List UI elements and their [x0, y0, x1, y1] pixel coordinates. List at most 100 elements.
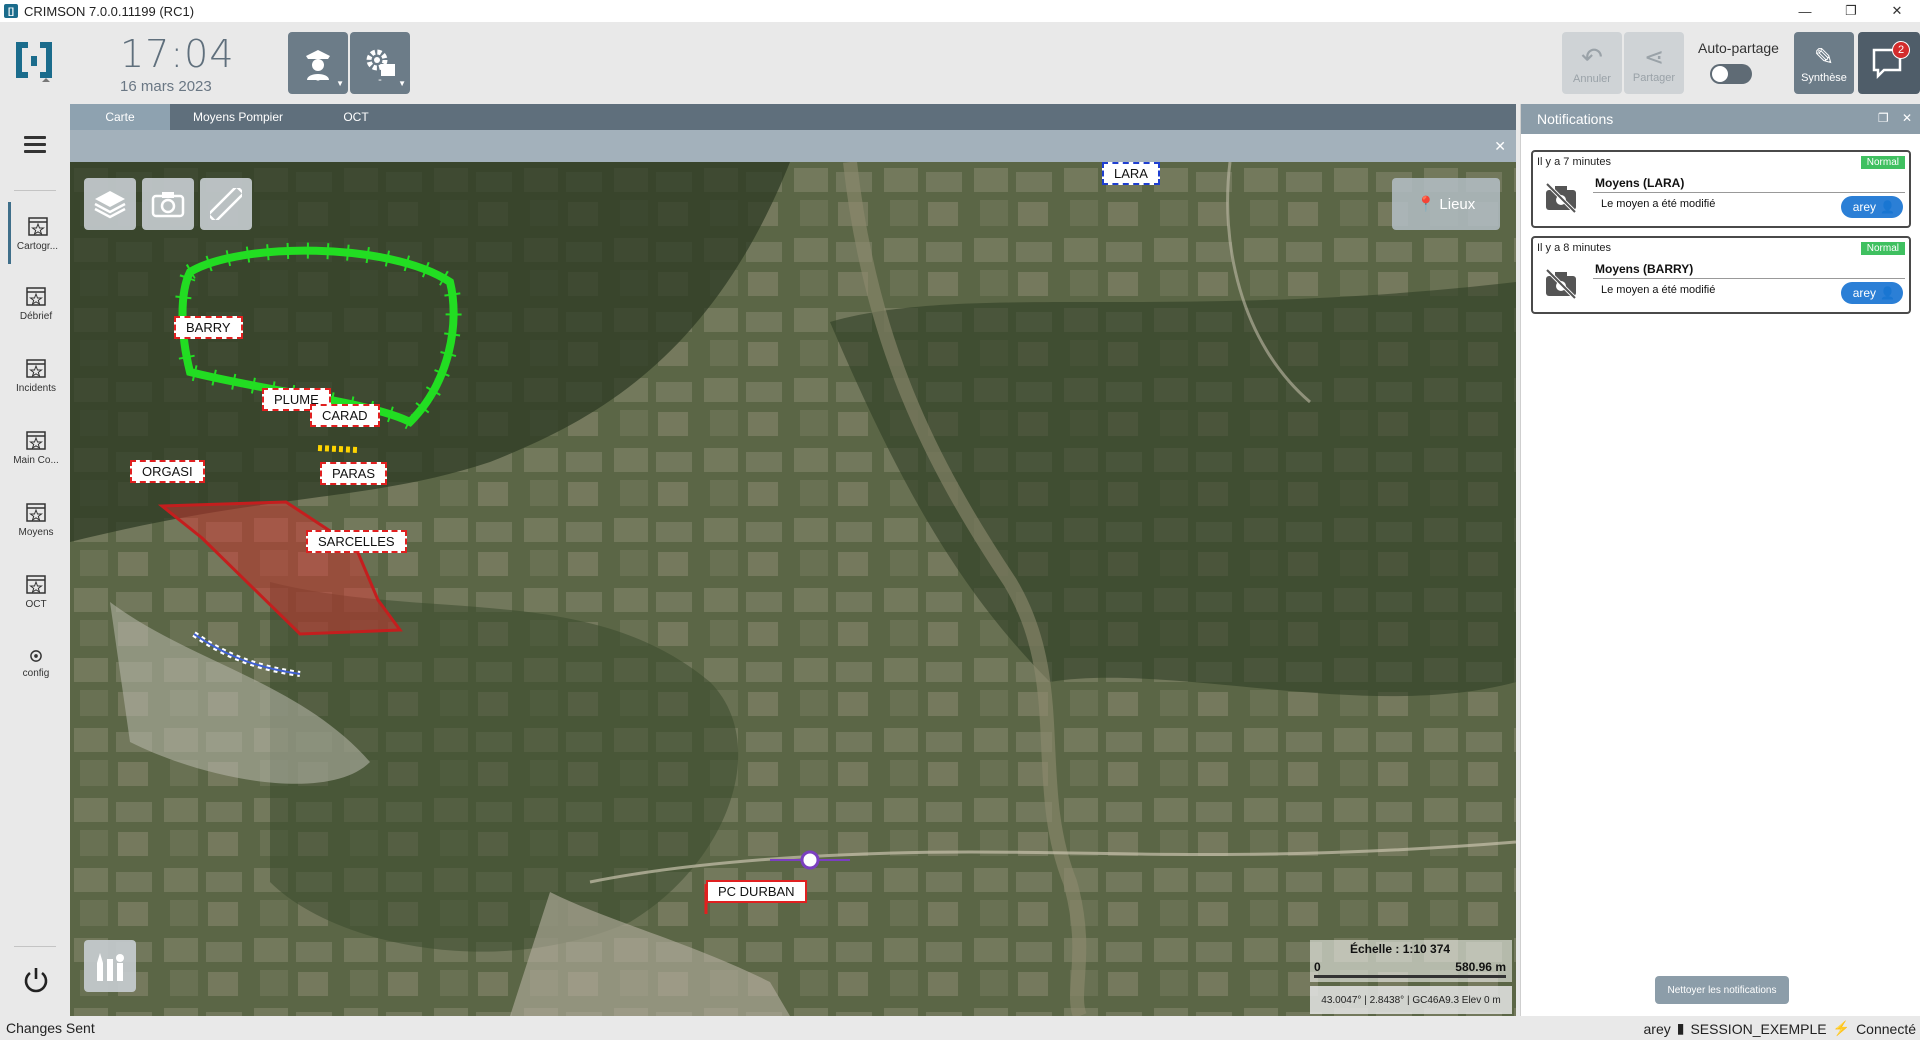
- sidebar-divider: [14, 946, 56, 947]
- star-board-icon: [26, 286, 46, 306]
- notification-message: Le moyen a été modifié: [1601, 284, 1716, 296]
- detach-icon[interactable]: ❐: [1878, 111, 1889, 125]
- places-label: Lieux: [1439, 195, 1476, 213]
- tab-oct[interactable]: OCT: [306, 104, 406, 130]
- minimize-button[interactable]: —: [1782, 0, 1828, 22]
- screenshot-button[interactable]: [142, 178, 194, 230]
- notification-time: Il y a 8 minutes: [1537, 242, 1611, 254]
- layers-button[interactable]: [84, 178, 136, 230]
- sidebar: Cartogr... Débrief Incidents Main Co... …: [0, 102, 70, 1016]
- close-window-button[interactable]: ✕: [1874, 0, 1920, 22]
- notification-time: Il y a 7 minutes: [1537, 156, 1611, 168]
- title-bar: [] CRIMSON 7.0.0.11199 (RC1) — ❐ ✕: [0, 0, 1920, 22]
- blue-front-line: [193, 633, 301, 675]
- connection-status: Connecté: [1856, 1020, 1916, 1037]
- unit-label-barry[interactable]: BARRY: [174, 316, 243, 339]
- notification-card[interactable]: Il y a 7 minutes Normal Moyens (LARA) Le…: [1531, 150, 1911, 228]
- star-board-icon: [26, 430, 46, 450]
- star-board-icon: [26, 502, 46, 522]
- app-logo-icon: []: [4, 4, 18, 18]
- tools-icon: [97, 953, 124, 981]
- police-role-value: -: [316, 74, 320, 86]
- restore-button[interactable]: ❐: [1828, 0, 1874, 22]
- share-button[interactable]: ⋖ Partager: [1624, 32, 1684, 94]
- priority-badge: Normal: [1860, 242, 1905, 255]
- settings-role-button[interactable]: - ▼: [350, 32, 410, 94]
- places-button[interactable]: 📍 Lieux: [1392, 178, 1500, 230]
- sidebar-divider: [14, 190, 56, 191]
- sidebar-item-label: config: [22, 667, 50, 679]
- unit-label-carad[interactable]: CARAD: [310, 404, 380, 427]
- sidebar-item-debrief[interactable]: Débrief: [8, 272, 64, 334]
- map-pin-icon: 📍: [1416, 196, 1436, 213]
- user-pill[interactable]: arey 👤: [1840, 282, 1903, 304]
- sidebar-item-moyens[interactable]: Moyens: [8, 488, 64, 550]
- undo-button[interactable]: ↶ Annuler: [1562, 32, 1622, 94]
- sidebar-item-label: Moyens: [18, 526, 54, 538]
- panel-controls: ❐ ✕: [1878, 111, 1912, 125]
- session-icon: ▮: [1676, 1020, 1685, 1036]
- synthesis-button[interactable]: ✎ Synthèse: [1794, 32, 1854, 94]
- measure-button[interactable]: [200, 178, 252, 230]
- share-icon: ⋖: [1643, 43, 1665, 71]
- sidebar-item-label: Débrief: [19, 310, 53, 322]
- unit-label-pc-durban[interactable]: PC DURBAN: [706, 880, 807, 903]
- tab-carte[interactable]: Carte: [70, 104, 170, 130]
- session-name: SESSION_EXEMPLE: [1690, 1020, 1827, 1037]
- red-fire-zone: [157, 500, 403, 636]
- camera-icon: [151, 192, 185, 218]
- sidebar-item-main-courante[interactable]: Main Co...: [8, 416, 64, 478]
- config-gear-icon: [30, 649, 42, 662]
- pencil-icon: ✎: [1813, 43, 1835, 71]
- map-toolbar: ✕: [70, 130, 1516, 162]
- undo-icon: ↶: [1581, 41, 1603, 72]
- notification-title: Moyens (LARA): [1595, 176, 1685, 190]
- star-board-icon: [27, 216, 48, 236]
- tab-moyens-pompier[interactable]: Moyens Pompier: [170, 104, 306, 130]
- tools-button[interactable]: [84, 940, 136, 992]
- police-role-button[interactable]: - ▼: [288, 32, 348, 94]
- yellow-marker: [317, 445, 359, 453]
- scale-indicator: Échelle : 1:10 374 0 580.96 m: [1310, 940, 1512, 982]
- divider: [1593, 278, 1905, 279]
- notifications-header: Notifications ❐ ✕: [1521, 104, 1920, 134]
- chevron-down-icon: ▼: [336, 79, 344, 88]
- chevron-down-icon: ▼: [398, 79, 406, 88]
- tab-bar: Carte Moyens Pompier OCT: [70, 104, 1516, 130]
- current-user: arey: [1643, 1020, 1671, 1037]
- priority-badge: Normal: [1860, 156, 1905, 169]
- window-title: CRIMSON 7.0.0.11199 (RC1): [24, 3, 195, 19]
- notification-message: Le moyen a été modifié: [1601, 198, 1716, 210]
- scale-title: Échelle : 1:10 374: [1350, 942, 1451, 956]
- user-name: arey: [1852, 200, 1877, 214]
- synthesis-label: Synthèse: [1801, 71, 1847, 84]
- notification-count-badge: 2: [1892, 41, 1910, 59]
- sidebar-item-cartographie[interactable]: Cartogr...: [8, 202, 64, 264]
- close-icon[interactable]: ✕: [1902, 111, 1912, 125]
- white-dashed-front: [192, 631, 301, 677]
- hamburger-menu-icon[interactable]: [24, 136, 46, 153]
- camera-off-icon: [1545, 182, 1577, 214]
- notification-card[interactable]: Il y a 8 minutes Normal Moyens (BARRY) L…: [1531, 236, 1911, 314]
- undo-label: Annuler: [1573, 72, 1611, 85]
- sidebar-item-incidents[interactable]: Incidents: [8, 344, 64, 406]
- close-icon[interactable]: ✕: [1494, 138, 1506, 155]
- sidebar-item-oct[interactable]: OCT: [8, 560, 64, 622]
- notifications-button[interactable]: 2: [1858, 32, 1920, 94]
- unit-label-lara[interactable]: LARA: [1102, 162, 1160, 185]
- cursor-coordinates: 43.0047° | 2.8438° | GC46A9.3 Elev 0 m: [1310, 986, 1512, 1014]
- user-pill[interactable]: arey 👤: [1840, 196, 1903, 218]
- user-icon: 👤: [1880, 200, 1895, 214]
- scale-bar: [1314, 975, 1506, 978]
- layers-icon: [94, 191, 126, 219]
- power-icon[interactable]: [22, 966, 50, 994]
- sidebar-item-label: Incidents: [15, 382, 57, 394]
- crimson-logo-icon: [16, 42, 52, 82]
- unit-label-paras[interactable]: PARAS: [320, 462, 388, 485]
- clear-notifications-button[interactable]: Nettoyer les notifications: [1655, 976, 1789, 1004]
- unit-label-orgasi[interactable]: ORGASI: [130, 460, 205, 483]
- unit-label-sarcelles[interactable]: SARCELLES: [306, 530, 407, 553]
- sidebar-item-config[interactable]: config: [8, 632, 64, 694]
- map-view[interactable]: BARRY PLUME CARAD ORGASI PARAS SARCELLES…: [70, 162, 1516, 1016]
- auto-share-toggle[interactable]: [1710, 64, 1752, 84]
